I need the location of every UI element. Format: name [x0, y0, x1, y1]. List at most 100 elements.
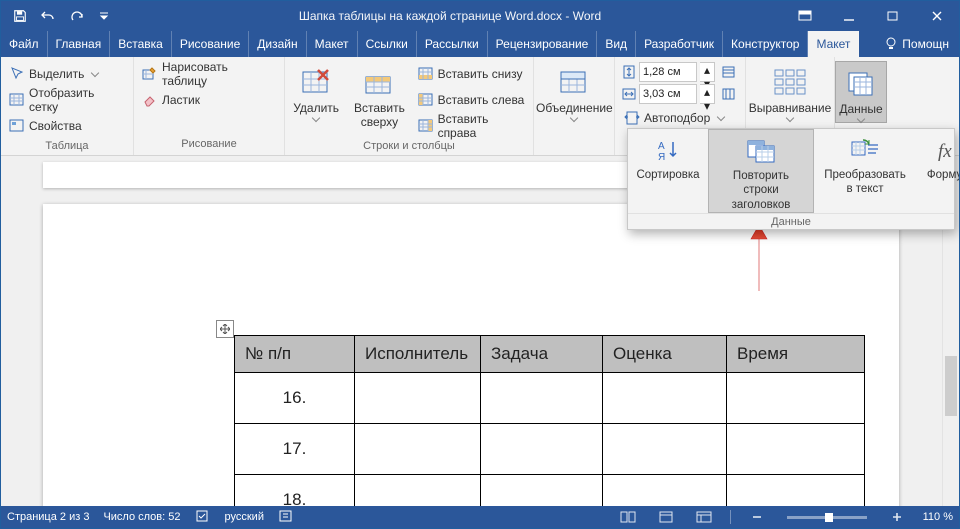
merge-cells-icon	[558, 68, 590, 96]
tab-layout[interactable]: Макет	[307, 31, 358, 57]
word-count[interactable]: Число слов: 52	[103, 511, 180, 523]
row-height[interactable]: 1,28 см▴▾	[618, 61, 740, 83]
properties-button[interactable]: Свойства	[3, 113, 131, 139]
quick-access-toolbar	[1, 4, 117, 28]
insert-above-button[interactable]: Вставить сверху	[347, 61, 411, 129]
page-indicator[interactable]: Страница 2 из 3	[7, 511, 89, 523]
move-icon	[220, 324, 230, 334]
convert-to-text-button[interactable]: Преобразовать в текст	[814, 129, 916, 213]
select-button[interactable]: Выделить	[3, 61, 131, 87]
print-layout-button[interactable]	[654, 508, 678, 526]
group-table: Выделить Отобразить сетку Свойства Табли…	[1, 57, 134, 155]
page[interactable]: № п/п Исполнитель Задача Оценка Время 16…	[43, 204, 899, 506]
distribute-rows-icon[interactable]	[722, 65, 736, 79]
tell-me-label: Помощн	[902, 37, 949, 51]
tab-table-design[interactable]: Конструктор	[723, 31, 808, 57]
zoom-out-button[interactable]	[745, 508, 769, 526]
autofit-icon	[624, 110, 640, 126]
delete-button[interactable]: Удалить	[285, 61, 347, 121]
close-button[interactable]	[915, 1, 959, 31]
save-button[interactable]	[7, 4, 33, 28]
tab-mailings[interactable]: Рассылки	[417, 31, 488, 57]
group-rows-cols: Удалить Вставить сверху Вставить снизу В…	[285, 57, 534, 155]
tell-me[interactable]: Помощн	[874, 31, 959, 57]
lightbulb-icon	[884, 37, 898, 51]
chevron-down-icon	[570, 114, 578, 122]
grid-icon	[9, 92, 25, 108]
tab-draw[interactable]: Рисование	[172, 31, 249, 57]
language-indicator[interactable]: русский	[225, 511, 264, 523]
tab-design[interactable]: Дизайн	[249, 31, 306, 57]
chevron-down-icon	[857, 115, 865, 123]
spellcheck-icon[interactable]	[195, 509, 211, 526]
repeat-header-icon	[747, 139, 775, 163]
group-label	[534, 137, 614, 155]
alignment-menu[interactable]: Выравнивание	[746, 61, 834, 121]
sort-icon: АЯ	[656, 138, 680, 162]
draw-table-button[interactable]: Нарисовать таблицу	[136, 61, 282, 87]
chevron-down-icon	[312, 114, 320, 122]
table-header[interactable]: Время	[727, 336, 865, 373]
accessibility-icon[interactable]	[278, 509, 294, 526]
zoom-level[interactable]: 110 %	[923, 511, 953, 523]
document-title: Шапка таблицы на каждой странице Word.do…	[117, 9, 783, 23]
properties-icon	[9, 118, 25, 134]
customize-qat-button[interactable]	[91, 4, 117, 28]
annotation-arrow-icon	[748, 223, 770, 293]
zoom-slider[interactable]	[787, 516, 867, 519]
dropdown-label: Данные	[628, 213, 954, 230]
group-drawing: Нарисовать таблицу Ластик Рисование	[134, 57, 285, 155]
redo-button[interactable]	[63, 4, 89, 28]
read-mode-button[interactable]	[616, 508, 640, 526]
zoom-in-button[interactable]	[885, 508, 909, 526]
tab-references[interactable]: Ссылки	[358, 31, 417, 57]
table-header[interactable]: Оценка	[603, 336, 727, 373]
table-move-handle[interactable]	[216, 320, 234, 338]
document-table[interactable]: № п/п Исполнитель Задача Оценка Время 16…	[234, 335, 865, 506]
formula-button[interactable]: fx Формула	[916, 129, 960, 213]
insert-below-button[interactable]: Вставить снизу	[412, 61, 533, 87]
tab-review[interactable]: Рецензирование	[488, 31, 598, 57]
maximize-button[interactable]	[871, 1, 915, 31]
height-icon	[622, 65, 636, 79]
status-bar: Страница 2 из 3 Число слов: 52 русский 1…	[1, 506, 959, 528]
eraser-button[interactable]: Ластик	[136, 87, 282, 113]
tab-view[interactable]: Вид	[597, 31, 636, 57]
tab-insert[interactable]: Вставка	[110, 31, 172, 57]
tab-developer[interactable]: Разработчик	[636, 31, 723, 57]
insert-row-below-icon	[418, 66, 434, 82]
repeat-header-rows-button[interactable]: Повторить строки заголовков	[708, 129, 814, 213]
scrollbar-thumb[interactable]	[945, 356, 957, 416]
table-row[interactable]: 16.	[235, 373, 865, 424]
word-window: Шапка таблицы на каждой странице Word.do…	[0, 0, 960, 529]
tab-home[interactable]: Главная	[48, 31, 111, 57]
sort-button[interactable]: АЯ Сортировка	[628, 129, 708, 213]
convert-icon	[851, 139, 879, 161]
zoom-slider-knob[interactable]	[825, 513, 833, 522]
undo-button[interactable]	[35, 4, 61, 28]
minimize-button[interactable]	[827, 1, 871, 31]
ribbon-options-button[interactable]	[783, 1, 827, 31]
chevron-down-icon	[91, 69, 99, 77]
ribbon-tabs: Файл Главная Вставка Рисование Дизайн Ма…	[1, 31, 959, 57]
table-row[interactable]: 18.	[235, 475, 865, 507]
distribute-cols-icon[interactable]	[722, 87, 736, 101]
group-label: Рисование	[134, 137, 284, 155]
col-width[interactable]: 3,03 см▴▾	[618, 83, 740, 105]
table-header[interactable]: Исполнитель	[355, 336, 481, 373]
table-header[interactable]: № п/п	[235, 336, 355, 373]
table-header[interactable]: Задача	[481, 336, 603, 373]
merge-menu[interactable]: Объединение	[534, 61, 615, 121]
formula-icon: fx	[938, 139, 960, 161]
insert-left-button[interactable]: Вставить слева	[412, 87, 533, 113]
table-row[interactable]: 17.	[235, 424, 865, 475]
insert-right-button[interactable]: Вставить справа	[412, 113, 533, 139]
show-gridlines-button[interactable]: Отобразить сетку	[3, 87, 131, 113]
table-header-row[interactable]: № п/п Исполнитель Задача Оценка Время	[235, 336, 865, 373]
data-menu[interactable]: Данные	[835, 61, 887, 123]
web-layout-button[interactable]	[692, 508, 716, 526]
chevron-down-icon	[717, 113, 725, 121]
tab-file[interactable]: Файл	[1, 31, 48, 57]
tab-table-layout[interactable]: Макет	[808, 31, 859, 57]
group-label: Строки и столбцы	[285, 139, 533, 155]
